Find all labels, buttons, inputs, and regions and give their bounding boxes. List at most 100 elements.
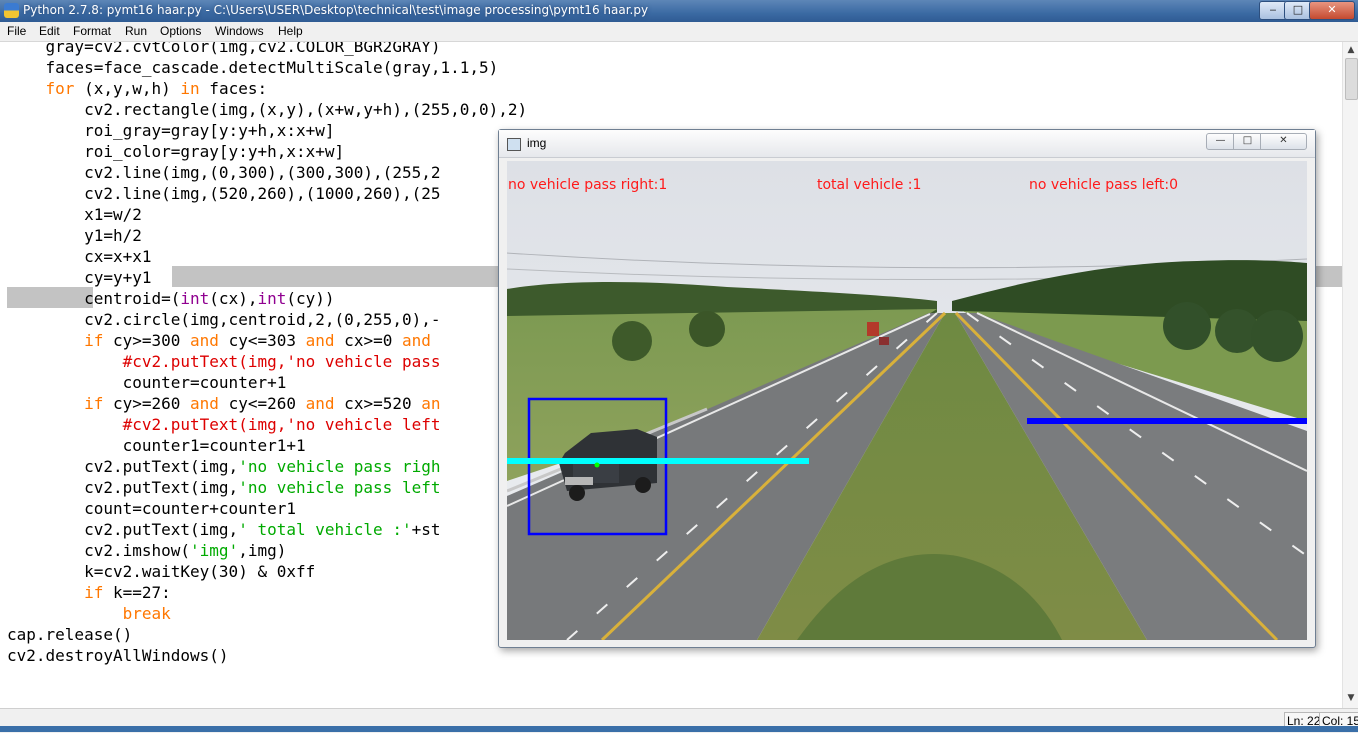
code-line: if cy>=300 and cy<=303 and cx>=0 and [7,330,431,351]
code-token: faces: [199,79,268,98]
taskbar-strip [0,726,1358,732]
code-line: cx=x+x1 [7,246,152,267]
menu-edit[interactable]: Edit [39,24,60,38]
close-button[interactable]: ✕ [1309,1,1355,20]
code-line: cv2.putText(img,'no vehicle pass righ [7,456,440,477]
code-token: cv2.destroyAllWindows() [7,646,229,665]
menu-file[interactable]: File [7,24,26,38]
code-line: y1=h/2 [7,225,142,246]
code-line: if k==27: [7,582,171,603]
window-title: Python 2.7.8: pymt16 haar.py - C:\Users\… [23,3,649,17]
code-line: cv2.destroyAllWindows() [7,645,229,666]
code-token: an [421,394,441,413]
code-line: cap.release() [7,624,132,645]
code-line: centroid=(int(cx),int(cy)) [7,288,334,309]
menu-help[interactable]: Help [278,24,303,38]
code-token: roi_color=gray[y:y+h,x:x+w] [7,142,345,161]
highway-scene [507,161,1307,640]
code-line: cv2.line(img,(520,260),(1000,260),(25 [7,183,440,204]
code-line: cv2.imshow('img',img) [7,540,286,561]
code-line: count=counter+counter1 [7,498,296,519]
code-token: centroid=( [7,289,181,308]
code-token: if [84,331,104,350]
code-token: cv2.line(img,(520,260),(1000,260),(25 [7,184,441,203]
window-title-bar[interactable]: Python 2.7.8: pymt16 haar.py - C:\Users\… [0,0,1358,22]
minimize-button[interactable]: ‒ [1259,1,1287,20]
menu-format[interactable]: Format [73,24,111,38]
code-token: cx>=0 [334,331,402,350]
image-window-title: img [527,136,547,150]
code-token: cv2.rectangle(img,(x,y),(x+w,y+h),(255,0… [7,100,528,119]
code-line: for (x,y,w,h) in faces: [7,78,268,99]
vertical-scrollbar[interactable]: ▲ ▼ [1342,42,1358,708]
code-token: y1=h/2 [7,226,142,245]
scrollbar-thumb[interactable] [1345,58,1358,100]
menu-options[interactable]: Options [160,24,201,38]
code-token: x1=w/2 [7,205,142,224]
code-line: break [7,603,171,624]
code-token: k==27: [103,583,171,602]
code-line: k=cv2.waitKey(30) & 0xff [7,561,315,582]
opencv-image-window[interactable]: img — □ ✕ no vehicle pass right:1 total … [498,129,1316,648]
overlay-total-vehicle: total vehicle :1 [817,177,922,193]
code-line: faces=face_cascade.detectMultiScale(gray… [7,57,499,78]
image-maximize-button[interactable]: □ [1233,133,1262,150]
code-token: and [305,331,335,350]
code-token: #cv2.putText(img,'no vehicle left [122,415,441,434]
code-token: cx>=520 [334,394,422,413]
image-close-button[interactable]: ✕ [1260,133,1307,150]
code-token: cv2.putText(img, [7,457,239,476]
code-token: 'no vehicle pass righ [238,457,441,476]
code-token: for [45,79,75,98]
image-minimize-button[interactable]: — [1206,133,1235,150]
code-line: x1=w/2 [7,204,142,225]
overlay-pass-right: no vehicle pass right:1 [508,177,668,193]
code-token: counter1=counter1+1 [7,436,306,455]
code-token: count=counter+counter1 [7,499,296,518]
code-token: 'img' [190,541,239,560]
image-window-title-bar[interactable]: img — □ ✕ [499,130,1315,158]
code-token: if [84,394,104,413]
code-token: break [122,604,171,623]
scroll-up-arrow-icon[interactable]: ▲ [1345,44,1357,56]
code-token: cap.release() [7,625,133,644]
code-token: counter=counter+1 [7,373,287,392]
code-token: 'no vehicle pass left [238,478,441,497]
code-token: cx=x+x1 [7,247,152,266]
video-frame: no vehicle pass right:1 total vehicle :1… [507,161,1307,640]
maximize-button[interactable]: □ [1284,1,1312,20]
menu-run[interactable]: Run [125,24,147,38]
code-token: cv2.putText(img, [7,478,239,497]
code-line: cv2.circle(img,centroid,2,(0,255,0),- [7,309,440,330]
window-icon [507,138,521,151]
code-token: and [190,331,219,350]
code-token: cv2.putText(img, [7,520,239,539]
code-line: roi_color=gray[y:y+h,x:x+w] [7,141,344,162]
menu-windows[interactable]: Windows [215,24,264,38]
code-line: cv2.line(img,(0,300),(300,300),(255,2 [7,162,440,183]
menu-bar: File Edit Format Run Options Windows Hel… [0,22,1358,42]
centroid-dot [594,462,600,468]
code-token: int [257,289,287,308]
code-line: cv2.putText(img,'no vehicle pass left [7,477,440,498]
code-token: cv2.imshow( [7,541,191,560]
code-line: roi_gray=gray[y:y+h,x:x+w] [7,120,335,141]
code-line: #cv2.putText(img,'no vehicle left [7,414,441,435]
code-token: roi_gray=gray[y:y+h,x:x+w] [7,121,335,140]
scroll-down-arrow-icon[interactable]: ▼ [1345,692,1357,704]
code-token: ,img) [238,541,287,560]
code-token: int [180,289,210,308]
code-token: (x,y,w,h) [74,79,181,98]
code-token: cv2.line(img,(0,300),(300,300),(255,2 [7,163,441,182]
code-token: cy<=260 [218,394,306,413]
code-token: #cv2.putText(img,'no vehicle pass [122,352,441,371]
code-token: (cx), [209,289,258,308]
code-token: gray=cv2.cvtColor(img,cv2.COLOR_BGR2GRAY… [7,42,441,56]
